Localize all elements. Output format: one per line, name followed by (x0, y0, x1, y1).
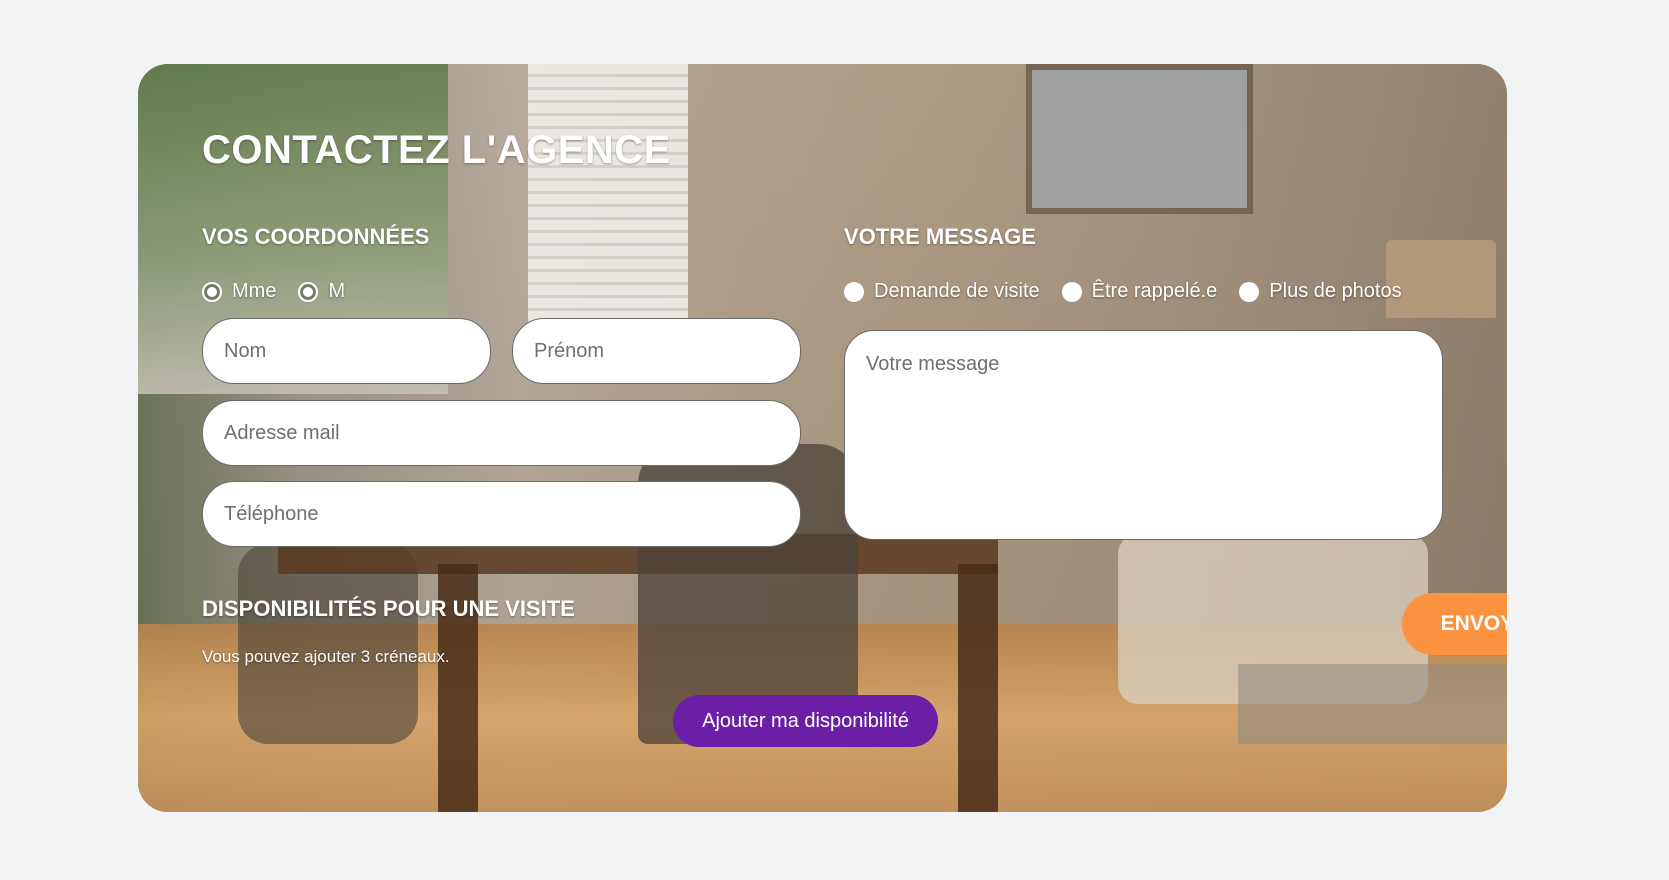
email-input[interactable] (202, 400, 801, 466)
message-type-radio-group: Demande de visite Être rappelé.e Plus de… (844, 280, 1424, 303)
radio-plus-photos-label: Plus de photos (1269, 280, 1402, 302)
nom-input[interactable] (202, 318, 491, 384)
message-title: VOTRE MESSAGE (844, 224, 1036, 249)
radio-demande-visite-label: Demande de visite (874, 280, 1040, 302)
radio-mme-label: Mme (232, 280, 277, 302)
radio-button-icon[interactable] (1061, 281, 1082, 302)
radio-demande-visite[interactable]: Demande de visite (844, 280, 1040, 303)
contact-card: CONTACTEZ L'AGENCE VOS COORDONNÉES Mme M… (138, 64, 1507, 812)
coordonnees-title: VOS COORDONNÉES (202, 224, 430, 249)
radio-m[interactable]: M (298, 280, 345, 303)
civilite-radio-group: Mme M (202, 280, 367, 303)
radio-etre-rappele[interactable]: Être rappelé.e (1061, 280, 1218, 303)
disponibilites-title: DISPONIBILITÉS POUR UNE VISITE (202, 596, 575, 621)
radio-m-label: M (328, 280, 346, 302)
radio-button-icon[interactable] (202, 281, 222, 302)
add-disponibilite-button[interactable]: Ajouter ma disponibilité (673, 695, 938, 747)
radio-button-icon[interactable] (1239, 281, 1260, 302)
message-textarea[interactable] (844, 330, 1443, 540)
telephone-input[interactable] (202, 481, 801, 547)
radio-etre-rappele-label: Être rappelé.e (1091, 280, 1218, 302)
radio-mme[interactable]: Mme (202, 280, 276, 303)
disponibilites-hint: Vous pouvez ajouter 3 créneaux. (202, 647, 450, 666)
form-title: CONTACTEZ L'AGENCE (202, 128, 671, 172)
radio-button-icon[interactable] (844, 281, 864, 302)
contact-form: CONTACTEZ L'AGENCE VOS COORDONNÉES Mme M… (138, 64, 1507, 812)
prenom-input[interactable] (512, 318, 801, 384)
send-button[interactable]: ENVOYER (1402, 593, 1507, 655)
radio-button-icon[interactable] (298, 281, 319, 302)
radio-plus-photos[interactable]: Plus de photos (1239, 280, 1402, 303)
